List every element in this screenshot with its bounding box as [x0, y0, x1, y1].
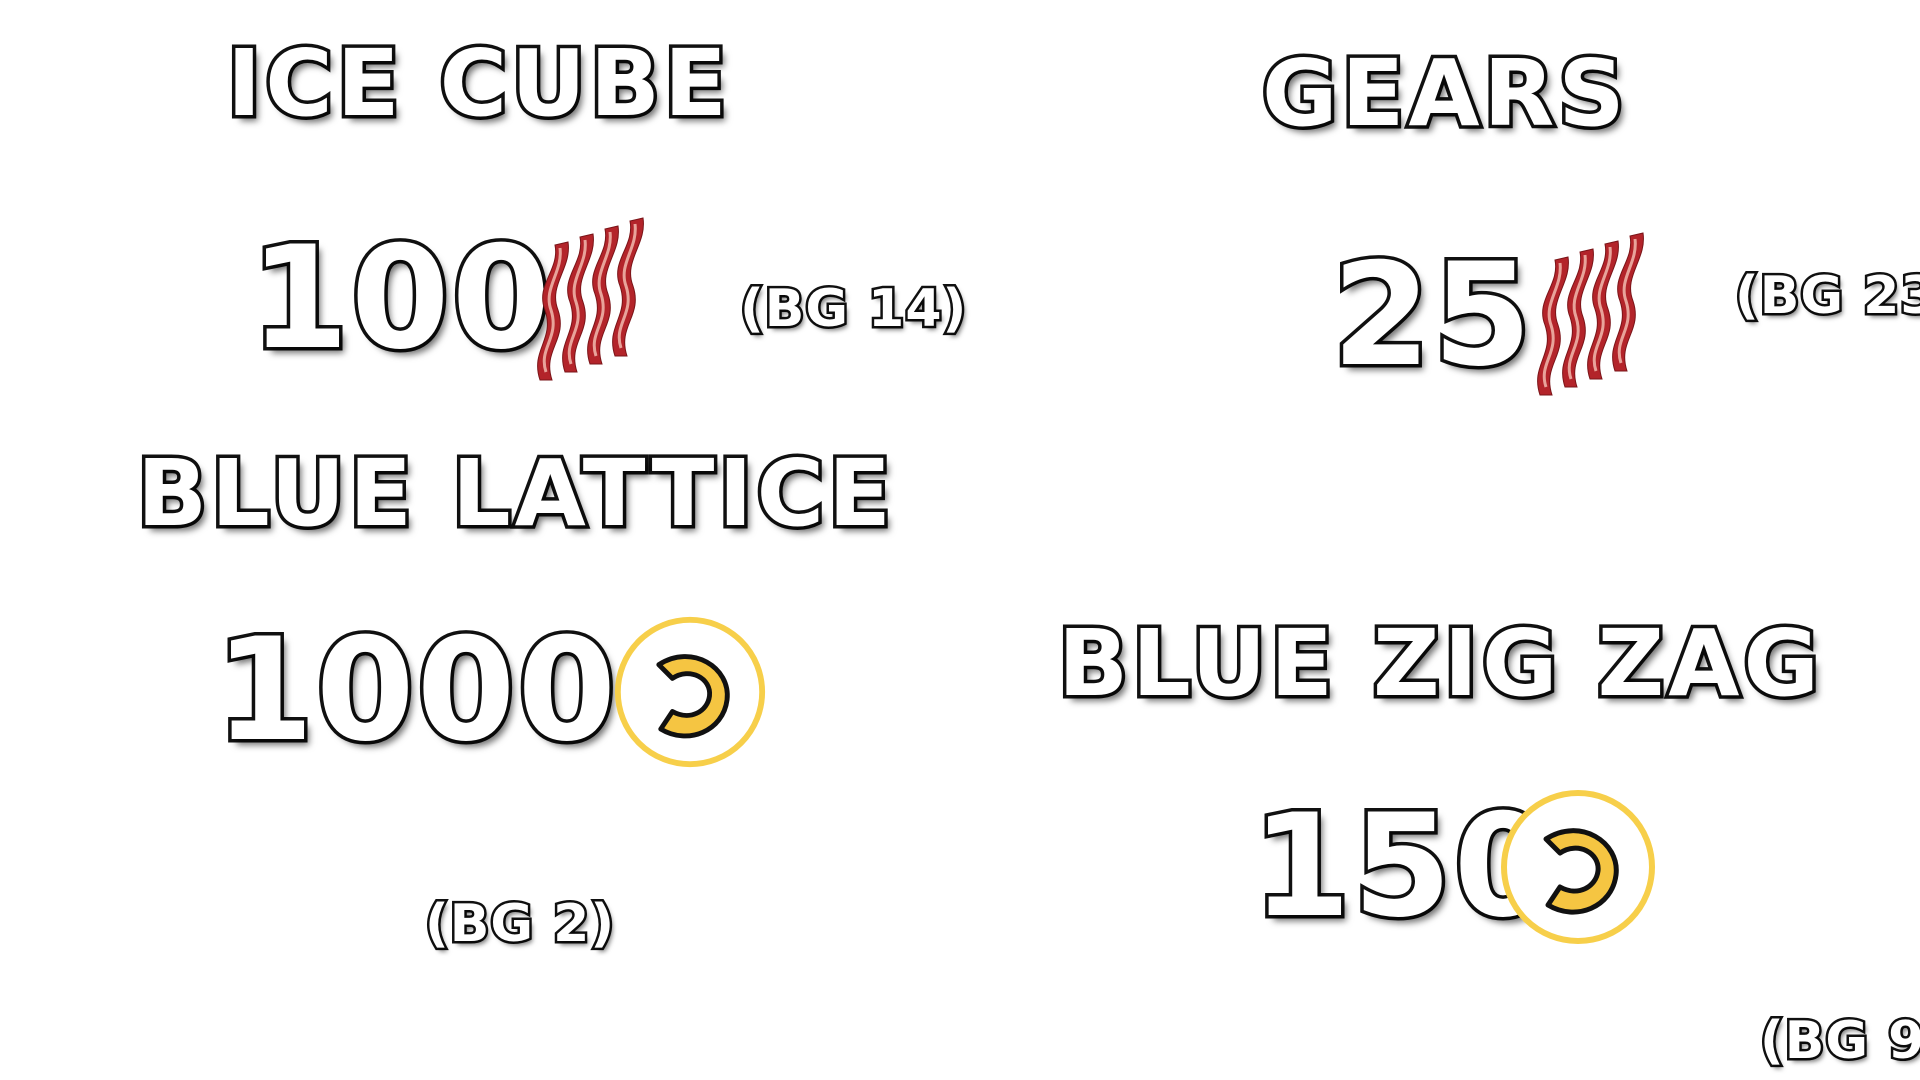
item-price-blue-lattice: 1000 — [211, 608, 619, 773]
item-title-gears: Gears — [1259, 40, 1629, 147]
item-price-gears: 25 — [1329, 233, 1536, 398]
item-bg-ice-cube: (BG 14) — [737, 279, 968, 339]
shop-price-sheet: Ice Cube 100 (BG 14) Gears 25 — [0, 0, 1920, 1080]
bacon-icon — [1537, 232, 1644, 396]
coin-icon — [614, 616, 766, 768]
coin-icon — [1501, 790, 1655, 944]
item-title-blue-zig-zag: Blue Zig Zag — [1055, 610, 1823, 717]
item-title-ice-cube: Ice Cube — [224, 30, 731, 137]
item-bg-gears: (BG 23) — [1732, 266, 1920, 326]
item-title-blue-lattice: Blue Lattice — [134, 440, 895, 547]
item-bg-blue-lattice: (BG 2) — [422, 894, 616, 954]
item-bg-blue-zig-zag: (BG 9) — [1757, 1011, 1920, 1071]
item-price-ice-cube: 100 — [246, 216, 553, 381]
bacon-icon — [537, 217, 644, 381]
